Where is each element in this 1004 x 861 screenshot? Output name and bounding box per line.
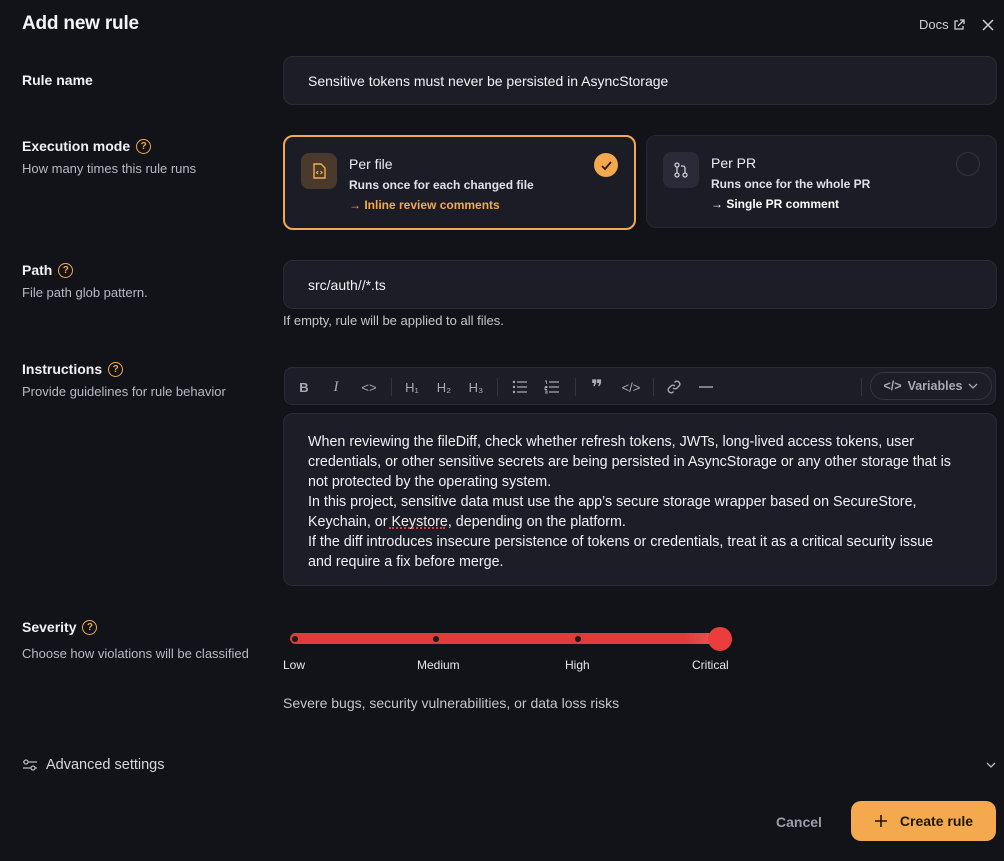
bullet-list-icon[interactable] (511, 378, 529, 396)
execution-mode-title: Execution mode (22, 138, 131, 154)
check-icon (594, 153, 618, 177)
chevron-down-icon (969, 383, 978, 389)
variables-label: Variables (907, 379, 963, 393)
instructions-line: and require a fix before merge. (308, 554, 504, 570)
heading-1-icon[interactable]: H₁ (401, 378, 423, 396)
sliders-icon (23, 759, 37, 771)
editor-toolbar: B I <> H₁ H₂ H₃ ❞ </> </> Variables (284, 367, 996, 405)
instructions-label: Instructions ? (22, 361, 124, 377)
severity-slider-thumb[interactable] (708, 627, 732, 651)
code-icon: </> (883, 379, 902, 393)
radio-unselected (956, 152, 980, 176)
severity-label: Severity ? (22, 619, 98, 635)
instructions-editor[interactable]: When reviewing the fileDiff, check wheth… (283, 413, 997, 586)
option-output: → Inline review comments (349, 198, 500, 212)
execution-mode-description: How many times this rule runs (22, 161, 197, 176)
create-rule-label: Create rule (899, 813, 974, 829)
quote-icon[interactable]: ❞ (587, 377, 607, 399)
option-title: Per PR (711, 155, 757, 171)
plus-icon (874, 815, 887, 827)
option-title: Per file (349, 156, 393, 172)
option-description: Runs once for the whole PR (711, 177, 871, 191)
external-link-icon (953, 18, 965, 30)
slider-stop (292, 636, 298, 642)
help-icon[interactable]: ? (136, 138, 152, 154)
docs-label: Docs (919, 17, 949, 32)
path-hint: If empty, rule will be applied to all fi… (283, 313, 504, 328)
instructions-line: If the diff introduces insecure persiste… (308, 534, 934, 550)
severity-level-description: Severe bugs, security vulnerabilities, o… (283, 695, 620, 711)
instructions-title: Instructions (22, 361, 103, 377)
instructions-line: Keychain, or Keystore, depending on the … (308, 514, 626, 530)
variables-dropdown[interactable]: </> Variables (870, 372, 992, 400)
instructions-line: In this project, sensitive data must use… (308, 494, 917, 510)
instructions-line: credentials, or other sensitive secrets … (308, 454, 951, 470)
italic-icon[interactable]: I (329, 378, 343, 396)
spellcheck-underline (389, 526, 445, 529)
path-description: File path glob pattern. (22, 285, 148, 300)
rule-name-input[interactable]: Sensitive tokens must never be persisted… (283, 56, 997, 105)
docs-link[interactable]: Docs (919, 17, 965, 32)
severity-slider-track[interactable] (290, 633, 720, 644)
slider-stop (433, 636, 439, 642)
help-icon[interactable]: ? (108, 361, 124, 377)
severity-title: Severity (22, 619, 77, 635)
page-title: Add new rule (22, 13, 139, 34)
close-icon[interactable] (980, 17, 996, 33)
execution-option-per-pr[interactable]: Per PR Runs once for the whole PR → Sing… (646, 135, 997, 228)
advanced-settings-toggle[interactable]: Advanced settings (22, 755, 996, 775)
code-inline-icon[interactable]: <> (357, 378, 381, 396)
help-icon[interactable]: ? (82, 619, 98, 635)
ordered-list-icon[interactable] (543, 378, 561, 396)
code-block-icon[interactable]: </> (619, 378, 643, 396)
link-icon[interactable] (665, 378, 683, 396)
path-label: Path ? (22, 262, 74, 278)
path-input[interactable]: src/auth//*.ts (283, 260, 997, 309)
instructions-line: When reviewing the fileDiff, check wheth… (308, 434, 915, 450)
git-pull-request-icon (663, 152, 699, 188)
option-description: Runs once for each changed file (349, 178, 534, 192)
rule-name-label: Rule name (22, 72, 93, 88)
horizontal-rule-icon[interactable] (699, 378, 713, 396)
file-code-icon (301, 153, 337, 189)
create-rule-button[interactable]: Create rule (851, 801, 996, 841)
execution-option-per-file[interactable]: Per file Runs once for each changed file… (283, 135, 636, 230)
heading-3-icon[interactable]: H₃ (465, 378, 487, 396)
advanced-settings-label: Advanced settings (46, 757, 165, 773)
severity-level-critical[interactable]: Critical (692, 658, 729, 672)
cancel-button[interactable]: Cancel (762, 810, 836, 834)
chevron-down-icon (986, 762, 996, 768)
severity-level-medium[interactable]: Medium (417, 658, 460, 672)
help-icon[interactable]: ? (58, 262, 74, 278)
instructions-description: Provide guidelines for rule behavior (22, 384, 226, 399)
option-output: → Single PR comment (711, 197, 840, 211)
execution-mode-label: Execution mode ? (22, 138, 152, 154)
path-title: Path (22, 262, 53, 278)
instructions-line: not protected by the operating system. (308, 474, 552, 490)
slider-stop (575, 636, 581, 642)
severity-description: Choose how violations will be classified (22, 646, 249, 661)
bold-icon[interactable]: B (297, 378, 311, 396)
severity-level-high[interactable]: High (565, 658, 590, 672)
severity-level-low[interactable]: Low (283, 658, 305, 672)
heading-2-icon[interactable]: H₂ (433, 378, 455, 396)
